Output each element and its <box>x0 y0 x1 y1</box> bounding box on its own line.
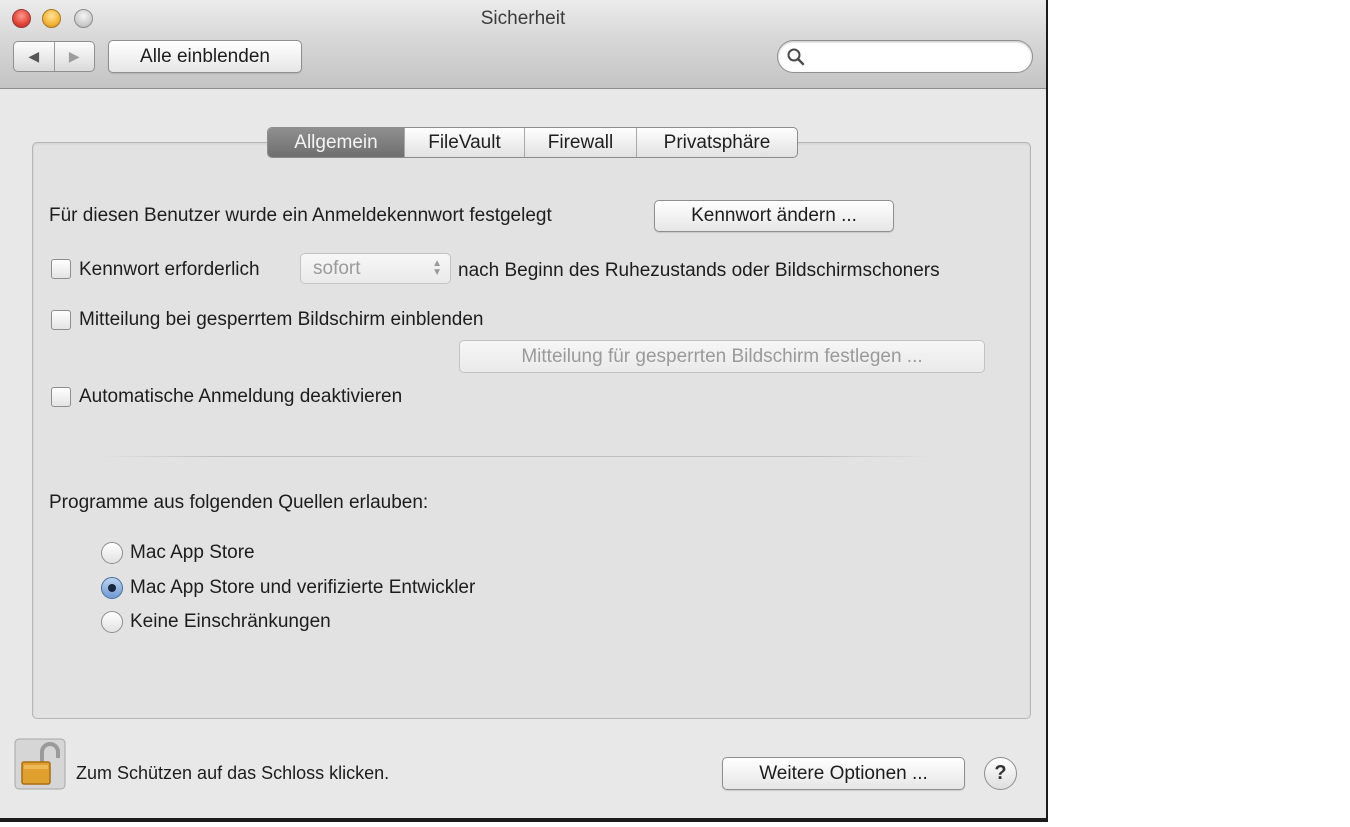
tab-privacy[interactable]: Privatsphäre <box>636 128 797 157</box>
set-lock-message-button[interactable]: Mitteilung für gesperrten Bildschirm fes… <box>459 340 985 373</box>
tab-filevault[interactable]: FileVault <box>404 128 524 157</box>
search-input[interactable] <box>812 45 1026 70</box>
search-icon <box>787 48 805 66</box>
radio-mac-app-store-label: Mac App Store <box>130 542 255 563</box>
security-preferences-window: Sicherheit ◀ ▶ Alle einblenden Allgemein… <box>0 0 1048 822</box>
forward-button[interactable]: ▶ <box>55 42 95 71</box>
titlebar: Sicherheit ◀ ▶ Alle einblenden <box>0 0 1046 89</box>
require-password-label: Kennwort erforderlich <box>79 259 260 280</box>
up-down-arrows-icon: ▲ ▼ <box>432 258 442 278</box>
require-password-checkbox[interactable] <box>51 259 71 279</box>
back-button[interactable]: ◀ <box>14 42 55 71</box>
disable-autologin-label: Automatische Anmeldung deaktivieren <box>79 386 403 407</box>
radio-no-restrictions[interactable] <box>101 611 123 633</box>
tab-general[interactable]: Allgemein <box>268 128 404 157</box>
navigation-buttons: ◀ ▶ <box>13 41 95 72</box>
back-arrow-icon: ◀ <box>28 48 40 64</box>
disable-autologin-checkbox[interactable] <box>51 387 71 407</box>
lock-hint-text: Zum Schützen auf das Schloss klicken. <box>76 763 390 783</box>
section-divider <box>100 456 934 457</box>
radio-mac-app-store-verified-label: Mac App Store und verifizierte Entwickle… <box>130 577 476 598</box>
help-button[interactable]: ? <box>984 757 1017 790</box>
forward-arrow-icon: ▶ <box>68 48 80 64</box>
allowed-sources-heading: Programme aus folgenden Quellen erlauben… <box>49 492 429 513</box>
tab-bar: Allgemein FileVault Firewall Privatsphär… <box>267 127 798 158</box>
password-delay-value: sofort <box>313 258 361 279</box>
unlocked-padlock-icon[interactable] <box>14 738 66 790</box>
more-options-button[interactable]: Weitere Optionen ... <box>722 757 965 790</box>
radio-selected-dot <box>108 584 116 592</box>
help-icon: ? <box>994 762 1007 784</box>
radio-mac-app-store[interactable] <box>101 542 123 564</box>
radio-no-restrictions-label: Keine Einschränkungen <box>130 611 331 632</box>
require-password-suffix: nach Beginn des Ruhezustands oder Bildsc… <box>458 260 940 281</box>
search-field[interactable] <box>777 40 1033 73</box>
password-set-label: Für diesen Benutzer wurde ein Anmeldeken… <box>49 205 552 226</box>
radio-mac-app-store-verified[interactable] <box>101 577 123 599</box>
lock-message-checkbox[interactable] <box>51 310 71 330</box>
window-title: Sicherheit <box>480 8 566 29</box>
tab-firewall[interactable]: Firewall <box>524 128 636 157</box>
change-password-button[interactable]: Kennwort ändern ... <box>654 200 894 232</box>
password-delay-select[interactable]: sofort ▲ ▼ <box>300 253 451 284</box>
show-all-button[interactable]: Alle einblenden <box>108 40 302 73</box>
lock-message-label: Mitteilung bei gesperrtem Bildschirm ein… <box>79 309 484 330</box>
